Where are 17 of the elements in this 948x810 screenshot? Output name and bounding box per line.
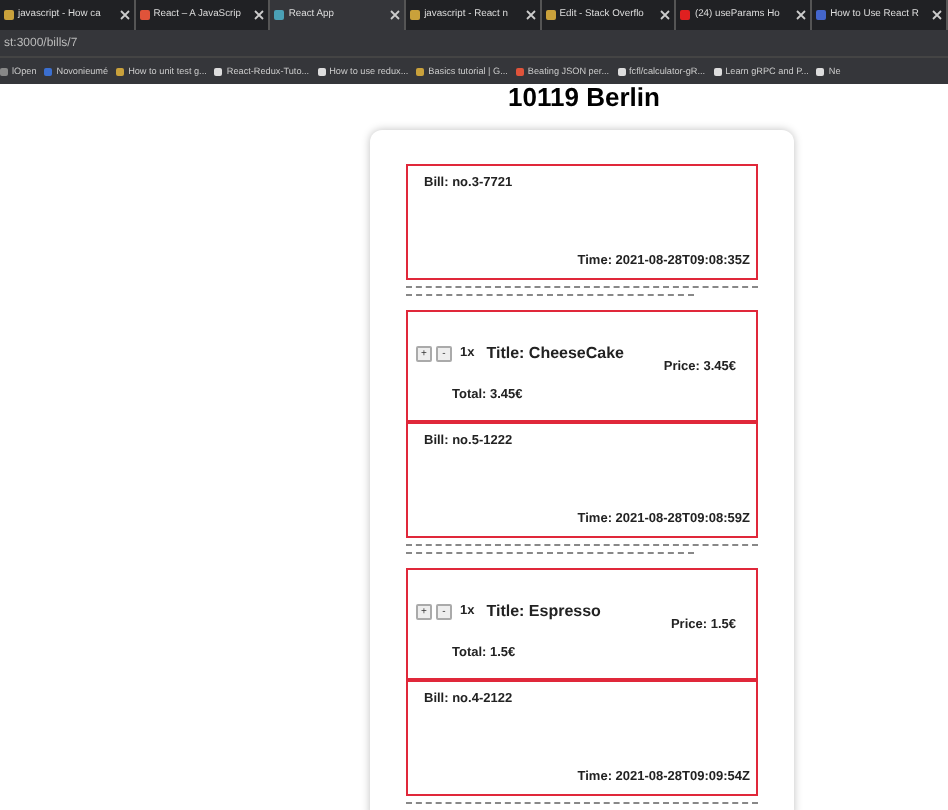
item-title: Title: CheeseCake bbox=[486, 344, 625, 362]
close-icon[interactable] bbox=[390, 10, 401, 20]
favicon-icon bbox=[4, 10, 14, 20]
favicon-icon bbox=[274, 10, 285, 20]
favicon-icon bbox=[545, 10, 556, 20]
close-icon[interactable] bbox=[796, 10, 807, 20]
favicon-icon bbox=[410, 10, 421, 20]
favicon-icon bbox=[139, 10, 150, 20]
close-icon[interactable] bbox=[931, 10, 942, 20]
favicon-icon bbox=[680, 10, 691, 20]
close-icon[interactable] bbox=[119, 10, 130, 20]
close-icon[interactable] bbox=[525, 10, 536, 20]
item-title: Title: Espresso bbox=[486, 602, 601, 620]
page-title: 10119 Berlin bbox=[508, 84, 660, 112]
close-icon[interactable] bbox=[254, 10, 265, 20]
favicon-icon bbox=[816, 10, 827, 20]
close-icon[interactable] bbox=[660, 10, 671, 20]
